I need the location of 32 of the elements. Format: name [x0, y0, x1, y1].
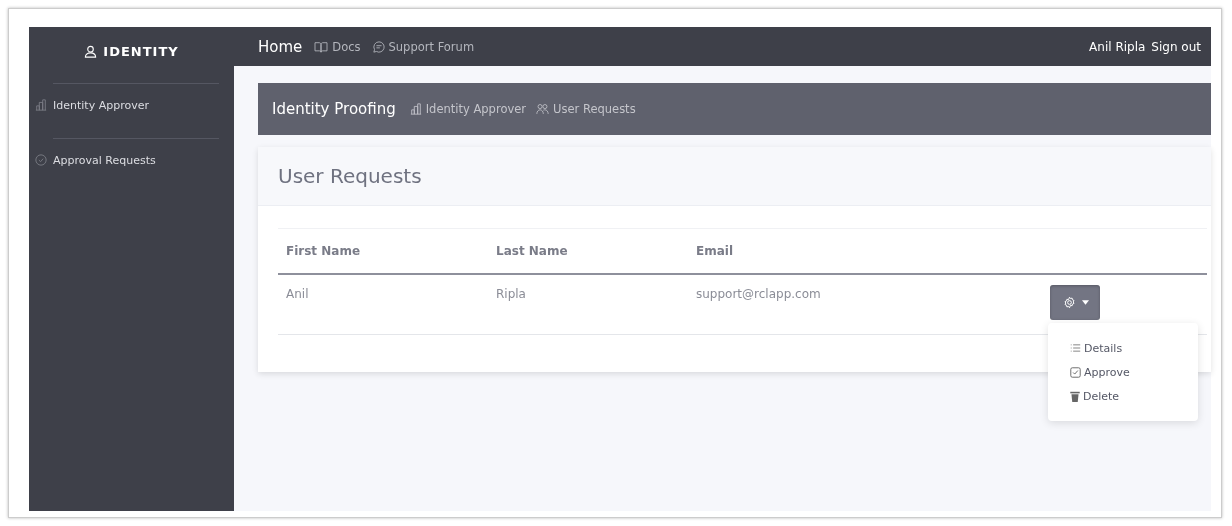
book-icon	[314, 40, 329, 53]
users-icon	[536, 103, 550, 115]
brand-title: IDENTITY	[103, 43, 179, 59]
table-cell-text: Ripla	[495, 286, 527, 301]
nav-link[interactable]: Support Forum	[372, 39, 475, 54]
column-header: Email	[695, 244, 735, 258]
nav-link[interactable]: Docs	[314, 39, 361, 54]
sidebar-item[interactable]: Approval Requests	[29, 139, 220, 181]
menu-item[interactable]: Delete	[1070, 387, 1198, 405]
actions-button[interactable]	[1050, 285, 1100, 320]
user-icon	[84, 44, 98, 58]
chat-icon	[372, 40, 385, 53]
card-title: User Requests	[278, 164, 422, 188]
menu-item[interactable]: Details	[1070, 339, 1198, 357]
checkbox-icon	[1070, 366, 1081, 378]
list-icon	[1070, 343, 1081, 353]
sign-out-link[interactable]: Sign out	[1151, 39, 1201, 54]
column-header: Last Name	[495, 244, 569, 258]
caret-icon	[1082, 300, 1089, 305]
trash-icon	[1070, 390, 1080, 402]
column-header: First Name	[285, 244, 362, 258]
home-link[interactable]: Home	[258, 37, 303, 56]
check-circle-icon	[35, 154, 47, 166]
breadcrumb-link[interactable]: Identity Approver	[409, 102, 527, 116]
user-name: Anil Ripla	[1089, 39, 1146, 54]
breadcrumb-link[interactable]: User Requests	[536, 102, 636, 116]
table-cell-text: Anil	[285, 286, 310, 301]
page-title: Identity Proofing	[272, 100, 396, 118]
settings-icon	[1063, 296, 1076, 309]
menu-item[interactable]: Approve	[1070, 363, 1198, 381]
table-cell-text: support@rclapp.com	[695, 286, 822, 301]
sidebar-item[interactable]: Identity Approver	[29, 84, 220, 126]
